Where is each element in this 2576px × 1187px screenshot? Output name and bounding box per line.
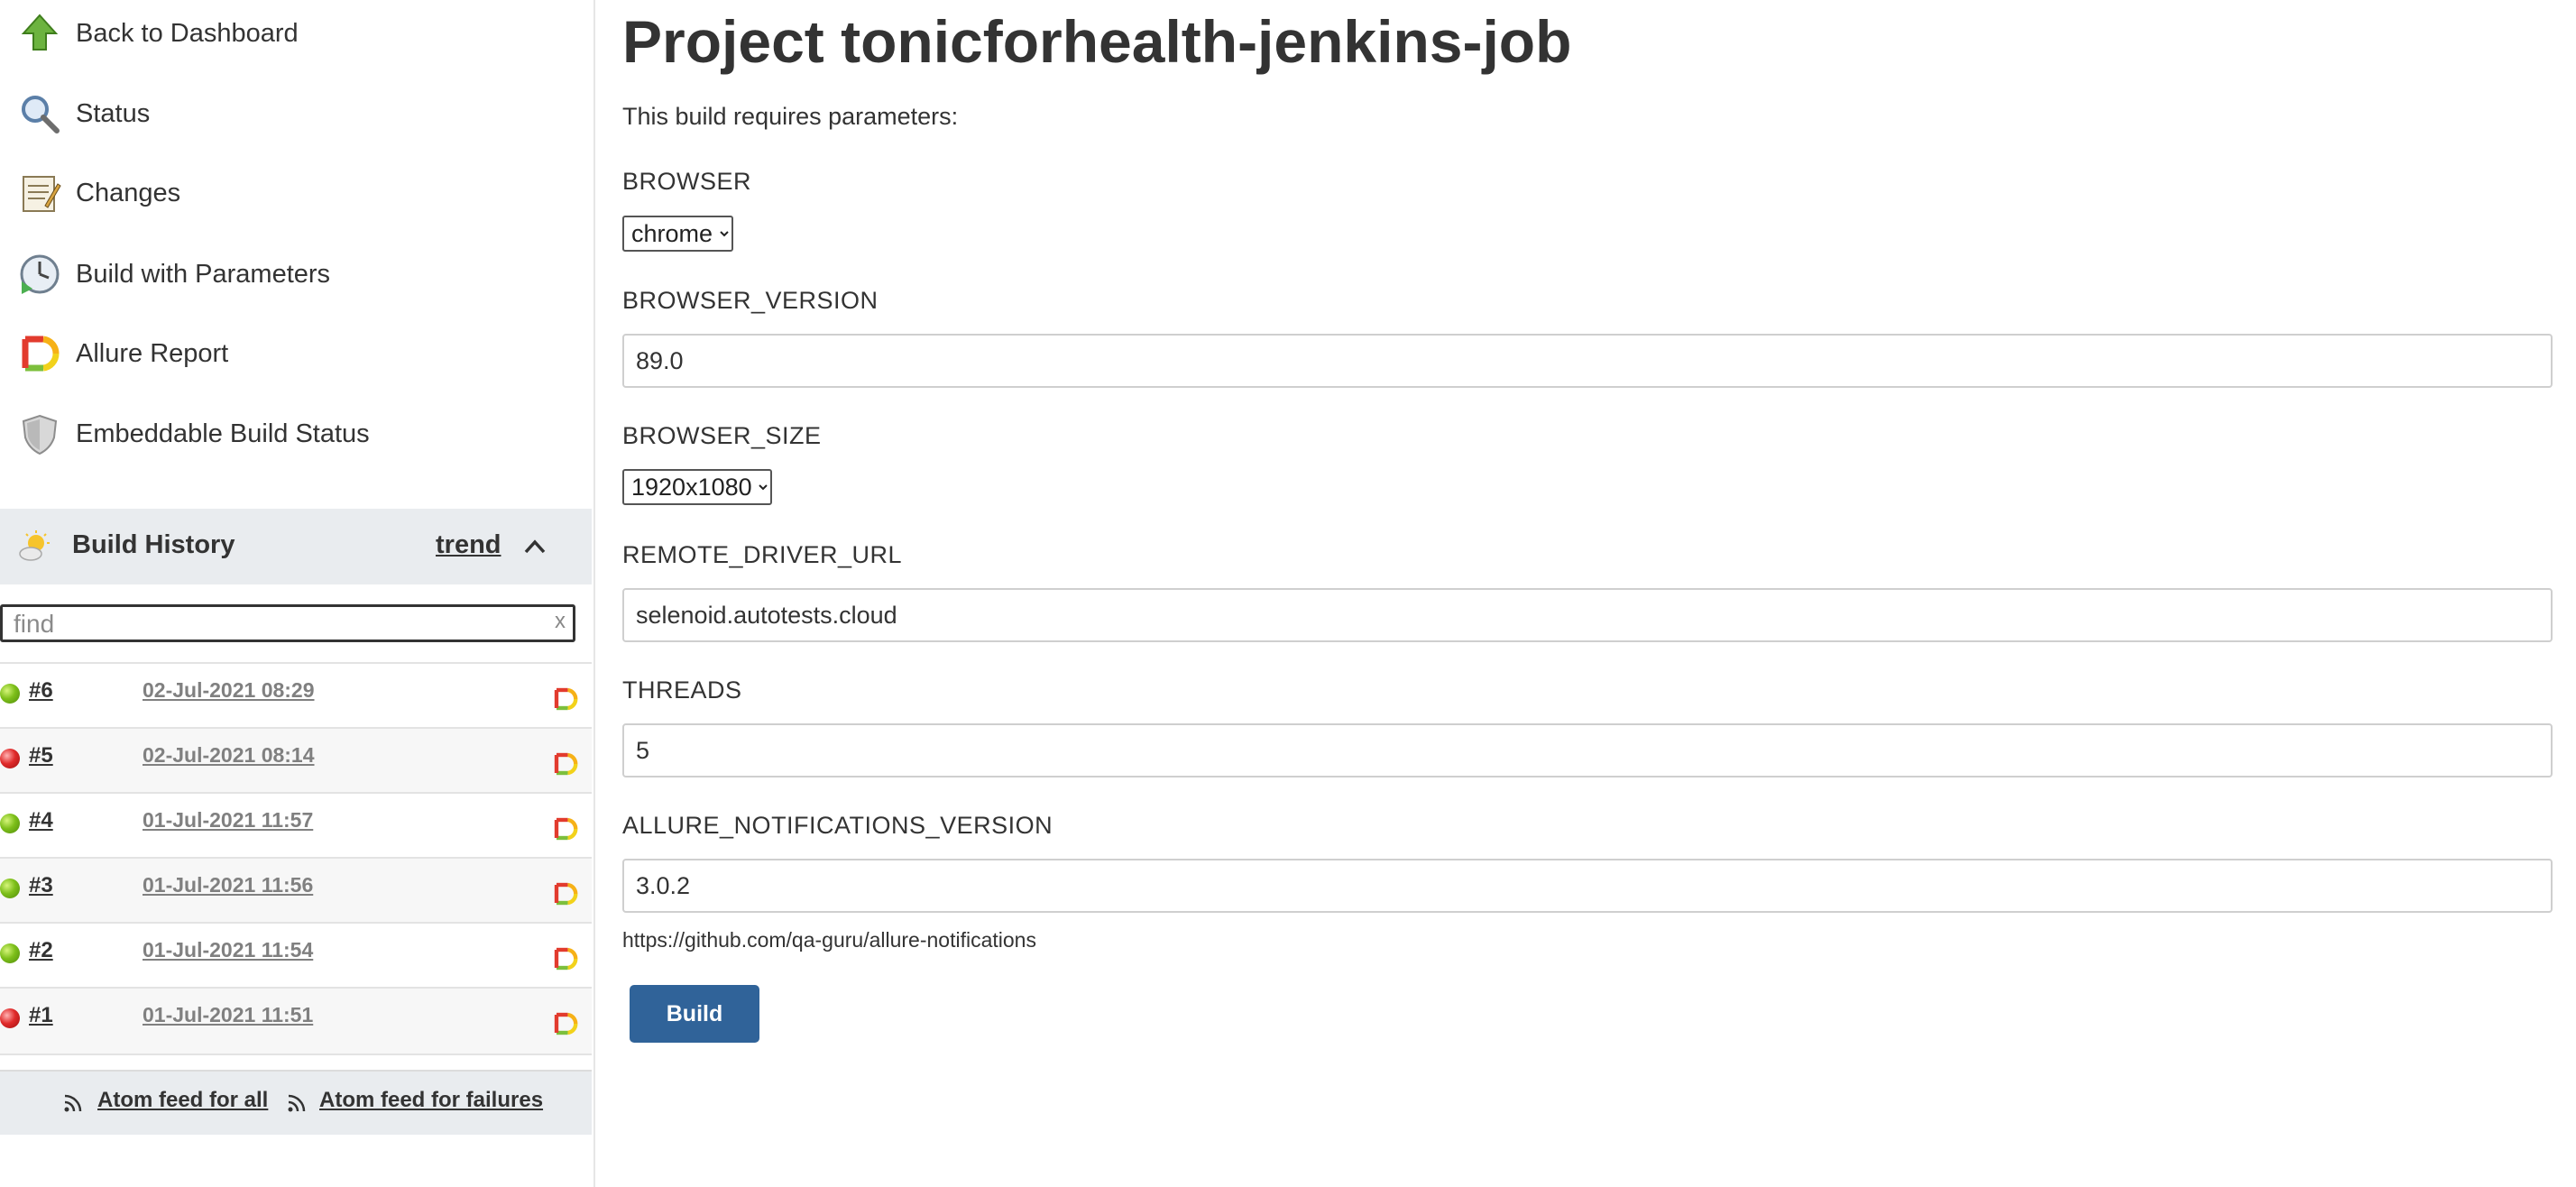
task-label: Build with Parameters: [76, 259, 331, 289]
build-number-link[interactable]: #6: [29, 678, 53, 704]
build-number-link[interactable]: #1: [29, 1003, 53, 1028]
rss-feed-icon: [64, 1094, 82, 1112]
allure-icon[interactable]: [552, 686, 579, 713]
shield-icon: [22, 414, 58, 455]
browser-select[interactable]: chrome: [622, 216, 733, 252]
rss-feed-icon: [288, 1094, 306, 1112]
success-status-icon[interactable]: [0, 684, 20, 704]
build-row: #4 01-Jul-2021 11:57: [0, 792, 592, 859]
page-title: Project tonicforhealth-jenkins-job: [622, 8, 1572, 75]
allure-icon[interactable]: [552, 880, 579, 907]
param-label-browser-version: BROWSER_VERSION: [622, 287, 879, 314]
build-search-input[interactable]: [12, 607, 538, 641]
browser-size-select[interactable]: 1920x1080: [622, 469, 772, 505]
allure-icon: [22, 336, 60, 372]
build-number-link[interactable]: #4: [29, 808, 53, 833]
allure-icon[interactable]: [552, 750, 579, 778]
task-label: Embeddable Build Status: [76, 419, 370, 448]
side-panel: Back to Dashboard Status Changes Build w…: [0, 0, 595, 1187]
build-number-link[interactable]: #2: [29, 938, 53, 963]
allure-notifications-version-input[interactable]: [622, 859, 2553, 913]
task-label: Status: [76, 98, 151, 128]
task-changes[interactable]: Changes: [0, 161, 592, 225]
failure-status-icon[interactable]: [0, 1008, 20, 1028]
build-number-link[interactable]: #3: [29, 873, 53, 898]
build-button[interactable]: Build: [630, 985, 759, 1043]
success-status-icon[interactable]: [0, 879, 20, 898]
chevron-up-icon[interactable]: [521, 536, 548, 557]
param-label-browser-size: BROWSER_SIZE: [622, 422, 822, 449]
param-label-remote-driver-url: REMOTE_DRIVER_URL: [622, 541, 903, 568]
param-description: https://github.com/qa-guru/allure-notifi…: [622, 928, 1036, 952]
build-number-link[interactable]: #5: [29, 743, 53, 768]
remote-driver-url-input[interactable]: [622, 588, 2553, 642]
task-label: Back to Dashboard: [76, 18, 299, 48]
atom-feeds-bar: Atom feed for all Atom feed for failures: [0, 1070, 592, 1135]
task-back-to-dashboard[interactable]: Back to Dashboard: [0, 2, 592, 65]
clock-play-icon: [20, 254, 60, 294]
task-label: Changes: [76, 178, 181, 207]
trend-link[interactable]: trend: [436, 530, 501, 560]
atom-feed-failures-link[interactable]: Atom feed for failures: [319, 1088, 543, 1113]
up-arrow-icon: [21, 14, 59, 51]
build-history-title: Build History: [72, 530, 235, 559]
build-history-header: Build History trend: [0, 509, 592, 584]
param-label-browser: BROWSER: [622, 168, 752, 195]
build-row: #6 02-Jul-2021 08:29: [0, 662, 592, 729]
threads-input[interactable]: [622, 723, 2553, 778]
success-status-icon[interactable]: [0, 943, 20, 963]
requires-parameters-text: This build requires parameters:: [622, 103, 959, 130]
task-allure-report[interactable]: Allure Report: [0, 322, 592, 385]
success-status-icon[interactable]: [0, 814, 20, 833]
failure-status-icon[interactable]: [0, 749, 20, 768]
build-row: #1 01-Jul-2021 11:51: [0, 987, 592, 1055]
build-row: #2 01-Jul-2021 11:54: [0, 922, 592, 989]
allure-icon[interactable]: [552, 945, 579, 972]
clear-search-button[interactable]: x: [555, 609, 566, 634]
main-panel: Project tonicforhealth-jenkins-job This …: [595, 0, 2576, 1187]
task-embeddable-build-status[interactable]: Embeddable Build Status: [0, 402, 592, 465]
magnifier-icon: [22, 96, 60, 133]
build-date-link[interactable]: 02-Jul-2021 08:14: [143, 743, 315, 768]
build-row: #3 01-Jul-2021 11:56: [0, 857, 592, 924]
build-date-link[interactable]: 01-Jul-2021 11:54: [143, 938, 313, 962]
task-build-with-parameters[interactable]: Build with Parameters: [0, 243, 592, 306]
build-row: #5 02-Jul-2021 08:14: [0, 727, 592, 794]
build-date-link[interactable]: 01-Jul-2021 11:57: [143, 808, 313, 833]
weather-sun-cloud-icon: [19, 530, 50, 561]
notepad-icon: [23, 176, 61, 212]
build-date-link[interactable]: 01-Jul-2021 11:56: [143, 873, 313, 897]
allure-icon[interactable]: [552, 1010, 579, 1037]
browser-version-input[interactable]: [622, 334, 2553, 388]
allure-icon[interactable]: [552, 815, 579, 842]
task-label: Allure Report: [76, 338, 229, 368]
param-label-threads: THREADS: [622, 676, 742, 704]
atom-feed-all-link[interactable]: Atom feed for all: [97, 1088, 268, 1113]
param-label-allure-notifications-version: ALLURE_NOTIFICATIONS_VERSION: [622, 812, 1053, 839]
task-status[interactable]: Status: [0, 82, 592, 145]
build-search-box: x: [0, 604, 575, 642]
build-date-link[interactable]: 02-Jul-2021 08:29: [143, 678, 315, 703]
build-date-link[interactable]: 01-Jul-2021 11:51: [143, 1003, 313, 1027]
